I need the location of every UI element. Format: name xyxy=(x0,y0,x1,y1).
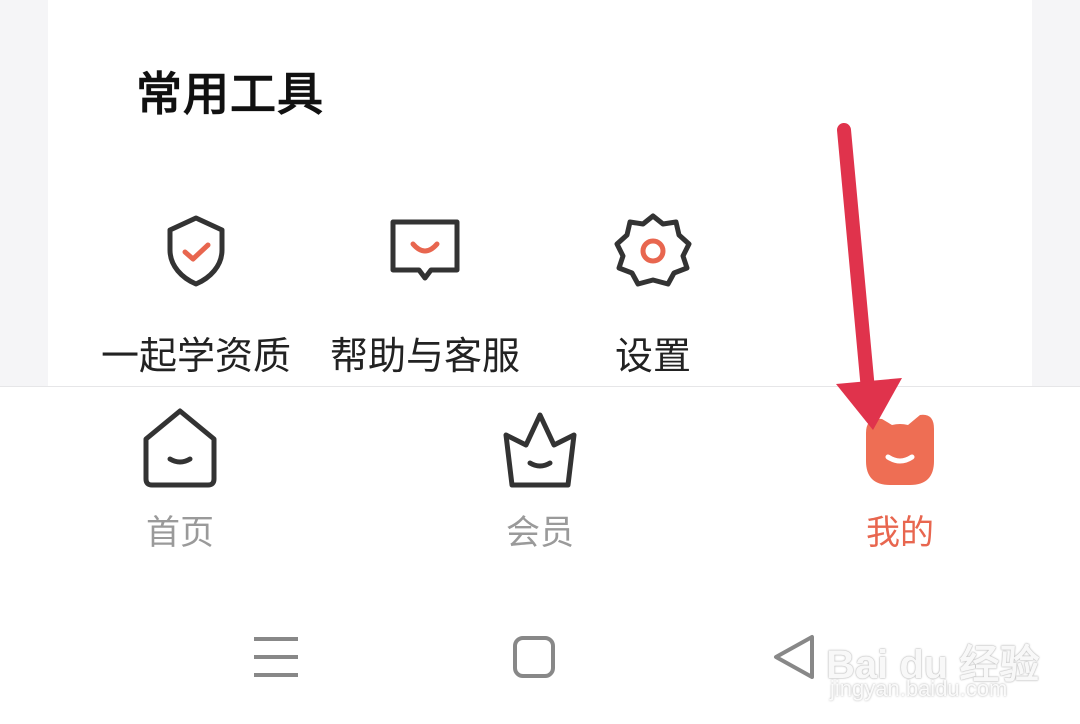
menu-icon[interactable] xyxy=(246,627,306,687)
tool-help-service[interactable]: 帮助与客服 xyxy=(305,210,545,380)
tool-settings[interactable]: 设置 xyxy=(533,210,773,380)
home-icon xyxy=(143,408,217,488)
cat-face-icon xyxy=(866,414,934,485)
tab-mine[interactable]: 我的 xyxy=(800,405,1000,555)
gear-icon xyxy=(614,213,692,287)
tab-label: 我的 xyxy=(866,513,934,553)
home-square-icon[interactable] xyxy=(504,627,564,687)
tool-label: 设置 xyxy=(614,334,691,378)
tab-member[interactable]: 会员 xyxy=(440,405,640,555)
crown-icon xyxy=(503,412,577,488)
tool-qualification[interactable]: 一起学资质 xyxy=(76,210,316,380)
tab-home[interactable]: 首页 xyxy=(80,405,280,555)
section-title: 常用工具 xyxy=(136,67,324,121)
tab-label: 首页 xyxy=(146,513,214,553)
tool-label: 帮助与客服 xyxy=(329,334,520,378)
watermark-sub: jingyan.baidu.com xyxy=(830,676,1008,701)
baidu-watermark: Bai du 经验 jingyan.baidu.com xyxy=(826,600,1046,710)
chat-smile-icon xyxy=(390,219,460,281)
shield-check-icon xyxy=(167,215,225,287)
back-triangle-icon[interactable] xyxy=(764,627,824,687)
tab-label: 会员 xyxy=(506,513,574,553)
tool-label: 一起学资质 xyxy=(100,334,291,378)
